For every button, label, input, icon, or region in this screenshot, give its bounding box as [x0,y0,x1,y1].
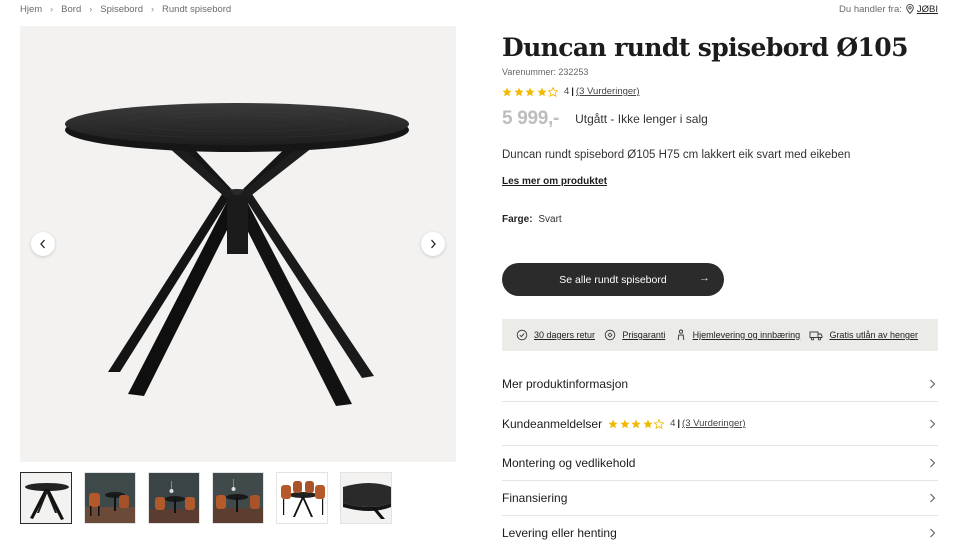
store-selector: Du handler fra: JØBI [839,3,938,15]
product-price: 5 999,- [502,108,560,129]
breadcrumb-home[interactable]: Hjem [20,4,42,15]
rating-stars [608,418,665,429]
rating-separator: | [677,418,681,429]
availability-status: Utgått - Ikke lenger i salg [575,112,708,126]
chevron-right-icon: › [151,4,155,14]
star-filled-icon [525,87,535,96]
chevron-right-icon [929,458,936,468]
chevron-left-icon [40,239,45,249]
usp-label: Gratis utlån av henger [829,330,918,340]
price-row: 5 999,- Utgått - Ikke lenger i salg [502,108,708,130]
accordion-label: Montering og vedlikehold [502,456,636,470]
usp-bar: 30 dagers retur Prisgaranti Hjemlevering… [502,319,938,351]
breadcrumb-current: Rundt spisebord [162,3,232,15]
star-filled-icon [513,87,524,96]
store-link[interactable]: JØBI [917,4,938,15]
accordion-assembly-maintenance[interactable]: Montering og vedlikehold [502,446,938,481]
breadcrumb: Hjem › Bord › Spisebord › Rundt spisebor… [20,3,231,15]
thumbnail-3[interactable] [148,472,200,524]
product-sku: Varenummer: 232253 [502,67,589,77]
cta-label: Se alle rundt spisebord [559,273,667,286]
usp-trailer-loan[interactable]: Gratis utlån av henger [809,330,918,341]
accordion-label: Kundeanmeldelser [502,416,603,431]
reviews-link[interactable]: (3 Vurderinger) [682,418,746,429]
trailer-icon [809,330,823,341]
usp-price-guarantee[interactable]: Prisgaranti [604,329,665,341]
product-title: Duncan rundt spisebord Ø105 [502,33,909,62]
thumbnail-strip [20,472,392,524]
breadcrumb-bord[interactable]: Bord [61,4,81,15]
chevron-right-icon [929,493,936,503]
reviews-link[interactable]: (3 Vurderinger) [576,86,640,97]
chevron-right-icon [929,528,936,538]
accordion-more-product-info[interactable]: Mer produktinformasjon [502,367,938,402]
accordion-rating: 4 | (3 Vurderinger) [608,418,746,429]
rating-value: 4 [564,86,570,97]
product-description: Duncan rundt spisebord Ø105 H75 cm lakke… [502,149,851,161]
color-info: Farge: Svart [502,214,562,225]
read-more-link[interactable]: Les mer om produktet [502,176,607,187]
usp-home-delivery[interactable]: Hjemlevering og innbæring [675,329,801,341]
accordion-label: Finansiering [502,491,568,505]
accordion-customer-reviews[interactable]: Kundeanmeldelser 4 | (3 Vurderinger) [502,402,938,446]
accordion-delivery-pickup[interactable]: Levering eller henting [502,516,938,549]
thumbnail-5[interactable] [276,472,328,524]
star-filled-icon [536,87,547,96]
color-value: Svart [538,214,562,225]
thumbnail-6[interactable] [340,472,392,524]
thumbnail-4[interactable] [212,472,264,524]
chevron-right-icon [929,419,936,429]
star-filled-icon [631,419,641,428]
accordion-title-group: Kundeanmeldelser 4 | (3 Vurderinger) [502,417,746,431]
rating-stars [502,86,558,97]
star-filled-icon [619,419,630,428]
product-rating: 4 | (3 Vurderinger) [502,86,640,97]
chevron-right-icon: › [50,4,54,14]
store-label: Du handler fra: [839,3,902,15]
previous-image-button[interactable] [31,232,55,256]
color-label: Farge: [502,214,533,225]
star-filled-icon [642,419,653,428]
location-pin-icon [906,4,914,14]
star-empty-icon [548,86,558,97]
usp-label: Prisgaranti [622,330,666,340]
usp-return[interactable]: 30 dagers retur [516,329,595,341]
arrow-right-icon: → [699,272,710,284]
breadcrumb-spisebord[interactable]: Spisebord [100,4,143,15]
accordion-financing[interactable]: Finansiering [502,481,938,516]
price-guarantee-icon [604,329,616,341]
see-all-round-tables-button[interactable]: Se alle rundt spisebord → [502,263,724,296]
star-filled-icon [608,419,618,428]
star-filled-icon [502,87,512,96]
delivery-person-icon [675,329,687,341]
accordion-label: Mer produktinformasjon [502,377,629,391]
star-empty-icon [654,418,665,429]
usp-label: 30 dagers retur [534,330,596,340]
thumbnail-1[interactable] [20,472,72,524]
return-icon [516,329,528,341]
chevron-right-icon [929,379,936,389]
usp-label: Hjemlevering og innbæring [692,330,801,340]
thumbnail-2[interactable] [84,472,136,524]
chevron-right-icon: › [89,4,93,14]
chevron-right-icon [431,239,436,249]
product-image [65,103,409,406]
accordion-label: Levering eller henting [502,525,617,540]
next-image-button[interactable] [421,232,445,256]
product-image-gallery [20,26,456,462]
rating-value: 4 [670,418,676,429]
rating-separator: | [571,86,574,97]
